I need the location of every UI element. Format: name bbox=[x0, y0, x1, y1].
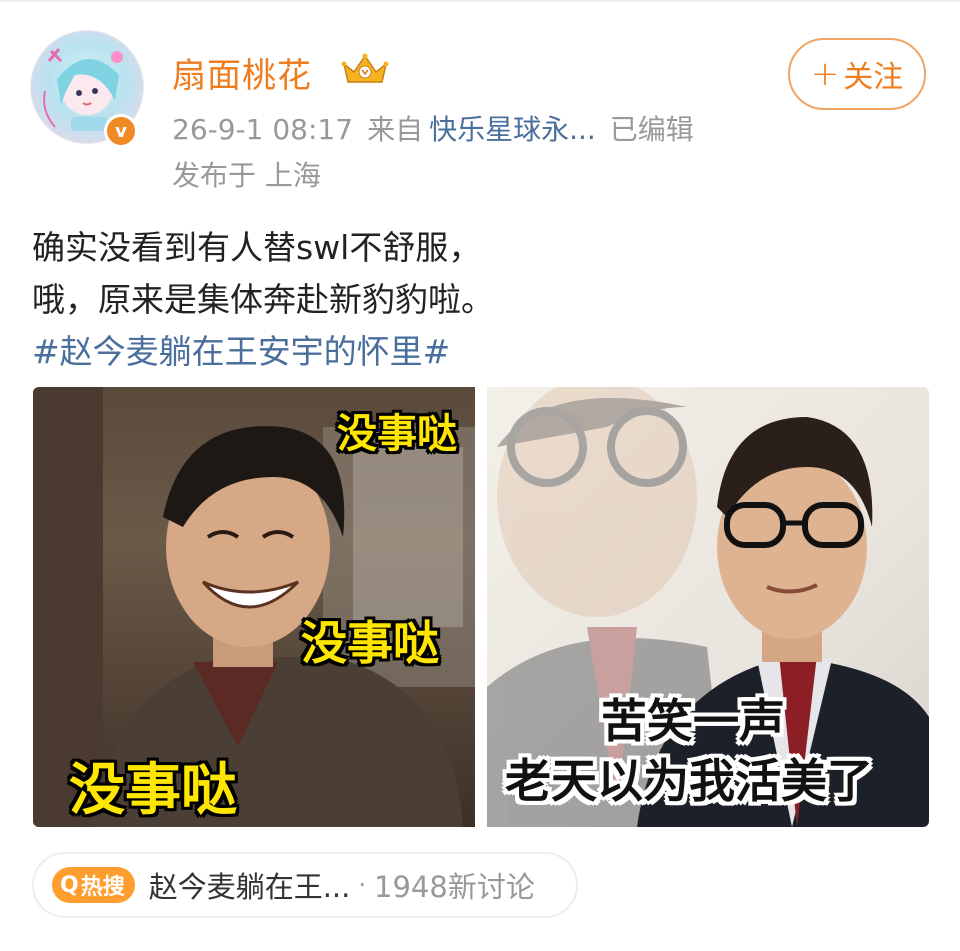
post-text-line-1: 确实没看到有人替swl不舒服， bbox=[32, 228, 482, 267]
post-text-line-2: 哦，原来是集体奔赴新豹豹啦。 bbox=[32, 280, 494, 319]
meme-caption-line-2: 老天以为我活美了 bbox=[505, 754, 873, 808]
meme-caption-line-1: 苦笑一声 bbox=[601, 694, 785, 748]
hot-search-link[interactable]: Q 热搜 赵今麦躺在王... · 1948新讨论 bbox=[32, 852, 578, 918]
meme-caption-middle: 没事哒 bbox=[301, 616, 439, 670]
follow-label: 关注 bbox=[843, 60, 904, 95]
post-body: 确实没看到有人替swl不舒服， 哦，原来是集体奔赴新豹豹啦。 #赵今麦躺在王安宇… bbox=[32, 222, 932, 378]
post-source-link[interactable]: 快乐星球永... bbox=[429, 113, 596, 146]
author-name[interactable]: 扇面桃花 bbox=[172, 48, 312, 97]
plus-icon: + bbox=[810, 54, 840, 94]
post-hashtag-link[interactable]: #赵今麦躺在王安宇的怀里# bbox=[32, 326, 932, 378]
verified-icon: v bbox=[104, 114, 138, 148]
hot-search-badge-label: 热搜 bbox=[80, 875, 125, 900]
post-meta: 26-9-1 08:17 来自 快乐星球永... 已编辑 bbox=[172, 108, 708, 148]
top-divider bbox=[0, 0, 960, 2]
meme-caption-bottom: 没事哒 bbox=[69, 758, 237, 823]
crown-badge-icon[interactable] bbox=[340, 52, 390, 88]
follow-button[interactable]: + 关注 bbox=[788, 38, 926, 110]
hot-search-badge: Q 热搜 bbox=[52, 867, 135, 903]
search-icon: Q bbox=[60, 872, 79, 898]
hot-search-separator: · bbox=[358, 871, 367, 899]
post-image-left[interactable]: 没事哒 没事哒 没事哒 bbox=[33, 387, 475, 827]
edited-label[interactable]: 已编辑 bbox=[610, 113, 694, 146]
post-image-right[interactable]: 苦笑一声 老天以为我活美了 bbox=[487, 387, 929, 827]
post-timestamp: 26-9-1 08:17 bbox=[172, 113, 354, 146]
hot-search-discussion-count: 1948新讨论 bbox=[374, 870, 535, 904]
post-location: 发布于 上海 bbox=[172, 159, 321, 192]
hot-search-title: 赵今麦躺在王... bbox=[148, 870, 351, 904]
source-prefix: 来自 bbox=[367, 113, 424, 146]
meme-caption-top: 没事哒 bbox=[337, 411, 457, 457]
